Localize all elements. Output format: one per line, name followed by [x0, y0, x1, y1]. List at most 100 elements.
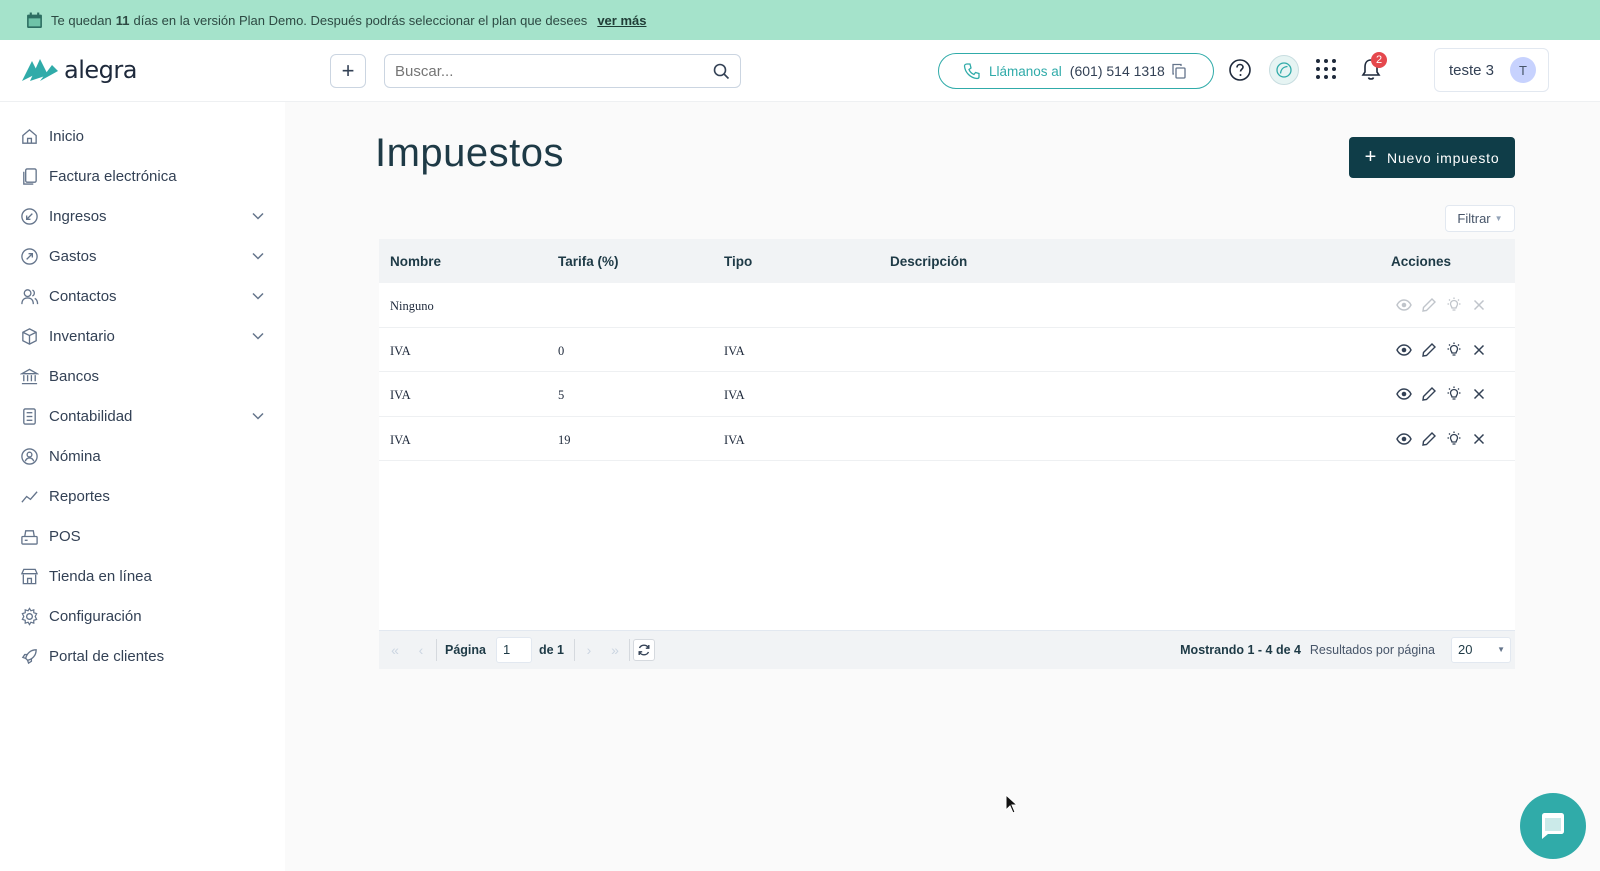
chevron-down-icon: [252, 292, 264, 300]
close-icon[interactable]: [1471, 431, 1487, 447]
close-icon[interactable]: [1471, 342, 1487, 358]
refresh-button[interactable]: [633, 639, 655, 661]
sidebar-item-label: Portal de clientes: [49, 647, 165, 665]
notification-badge: 2: [1371, 52, 1387, 68]
filter-button[interactable]: Filtrar ▼: [1445, 205, 1515, 232]
sidebar-item-reportes[interactable]: Reportes: [20, 484, 265, 508]
lightbulb-icon: [1447, 297, 1461, 311]
sidebar-item-factura[interactable]: Factura electrónica: [20, 164, 265, 188]
chart-icon: [21, 490, 38, 503]
cell-tarifa: 0: [558, 343, 565, 358]
row-actions: [1396, 386, 1487, 402]
quick-add-button[interactable]: +: [330, 54, 366, 88]
sidebar-item-tienda[interactable]: Tienda en línea: [20, 564, 265, 588]
calculator-icon: [23, 407, 36, 425]
chevron-down-icon: [252, 332, 264, 340]
sidebar-item-label: Inventario: [49, 327, 115, 345]
call-number: (601) 514 1318: [1069, 63, 1165, 79]
plus-icon: +: [1364, 146, 1378, 168]
banner-text: días en la versión Plan Demo. Después po…: [133, 12, 588, 28]
banner-link[interactable]: ver más: [597, 13, 646, 28]
sidebar-item-gastos[interactable]: Gastos: [20, 244, 265, 268]
payroll-icon: [21, 447, 38, 465]
sidebar-item-inicio[interactable]: Inicio: [20, 124, 265, 148]
next-page-icon[interactable]: ›: [578, 639, 600, 661]
pencil-icon[interactable]: [1421, 386, 1437, 402]
sidebar-item-label: Contabilidad: [49, 407, 133, 425]
table-row: IVA 0 IVA: [379, 328, 1515, 372]
cell-nombre: IVA: [390, 343, 411, 358]
last-page-icon[interactable]: »: [604, 639, 626, 661]
pagination-bar: « ‹ Página 1 de 1 › » Mostrando 1 - 4 de…: [379, 630, 1515, 669]
store-icon: [20, 568, 39, 584]
copy-icon[interactable]: [1171, 63, 1187, 79]
sidebar-item-bancos[interactable]: Bancos: [20, 364, 265, 388]
sidebar-item-contactos[interactable]: Contactos: [20, 284, 265, 308]
sidebar-item-label: Nómina: [49, 447, 101, 465]
pencil-icon[interactable]: [1421, 342, 1437, 358]
banner-days: 11: [115, 12, 130, 28]
divider: [629, 639, 630, 661]
sidebar-item-nomina[interactable]: Nómina: [20, 444, 265, 468]
sidebar-item-inventario[interactable]: Inventario: [20, 324, 265, 348]
apps-grid-icon[interactable]: [1315, 58, 1337, 80]
lightbulb-icon[interactable]: [1446, 342, 1462, 358]
search-input[interactable]: [385, 55, 685, 87]
page-title: Impuestos: [375, 131, 565, 175]
table-row: Ninguno: [379, 283, 1515, 328]
lightbulb-icon[interactable]: [1446, 386, 1462, 402]
column-header[interactable]: Tipo: [724, 254, 752, 269]
row-actions: [1396, 342, 1487, 358]
eye-icon[interactable]: [1396, 386, 1412, 402]
cell-tarifa: 5: [558, 388, 565, 402]
sidebar-item-configuracion[interactable]: Configuración: [20, 604, 265, 628]
sidebar-item-pos[interactable]: POS: [20, 524, 265, 548]
first-page-icon[interactable]: «: [384, 639, 406, 661]
column-header[interactable]: Nombre: [390, 254, 441, 269]
mouse-cursor-icon: [1005, 794, 1019, 814]
taxes-table: Nombre Tarifa (%) Tipo Descripción Accio…: [379, 239, 1515, 630]
chat-icon: [1542, 813, 1564, 839]
cell-tipo: IVA: [724, 388, 745, 402]
user-menu[interactable]: teste 3 T: [1434, 48, 1549, 92]
results-count: Mostrando 1 - 4 de 4: [1180, 643, 1301, 657]
new-tax-button[interactable]: + Nuevo impuesto: [1349, 137, 1515, 178]
sidebar-item-label: Configuración: [49, 607, 142, 625]
sidebar-item-portal[interactable]: Portal de clientes: [20, 644, 265, 668]
chevron-down-icon: [252, 252, 264, 260]
refresh-icon: [638, 644, 650, 656]
close-icon[interactable]: [1471, 386, 1487, 402]
sidebar-item-ingresos[interactable]: Ingresos: [20, 204, 265, 228]
per-page-label: Resultados por página: [1309, 643, 1435, 657]
prev-page-icon[interactable]: ‹: [410, 639, 432, 661]
cell-nombre: IVA: [390, 388, 411, 402]
logo-text: alegra: [64, 56, 137, 84]
help-icon[interactable]: [1228, 58, 1252, 82]
sidebar-item-contabilidad[interactable]: Contabilidad: [20, 404, 265, 428]
logo[interactable]: alegra: [20, 56, 137, 84]
column-header[interactable]: Tarifa (%): [558, 254, 619, 269]
phone-icon: [963, 63, 980, 80]
chevron-down-icon: [252, 212, 264, 220]
column-header[interactable]: Descripción: [890, 254, 967, 269]
rocket-icon: [21, 648, 37, 664]
per-page-select[interactable]: 20 ▼: [1451, 637, 1511, 663]
lightbulb-icon[interactable]: [1446, 431, 1462, 447]
expense-icon: [21, 247, 38, 265]
eye-icon[interactable]: [1396, 342, 1412, 358]
page-input[interactable]: 1: [496, 637, 532, 663]
call-us-button[interactable]: Llámanos al (601) 514 1318: [938, 53, 1214, 89]
eye-icon[interactable]: [1396, 431, 1412, 447]
bank-icon: [20, 368, 39, 384]
divider: [436, 639, 437, 661]
cell-nombre: Ninguno: [390, 299, 434, 313]
pencil-icon[interactable]: [1421, 431, 1437, 447]
leaf-assistant-icon[interactable]: [1268, 54, 1300, 86]
search-icon[interactable]: [713, 63, 730, 80]
sidebar-item-label: Factura electrónica: [49, 167, 177, 185]
chat-button[interactable]: [1520, 793, 1586, 859]
sidebar-item-label: Contactos: [49, 287, 117, 305]
home-icon: [22, 128, 37, 144]
box-icon: [22, 327, 37, 345]
user-name: teste 3: [1449, 61, 1495, 79]
